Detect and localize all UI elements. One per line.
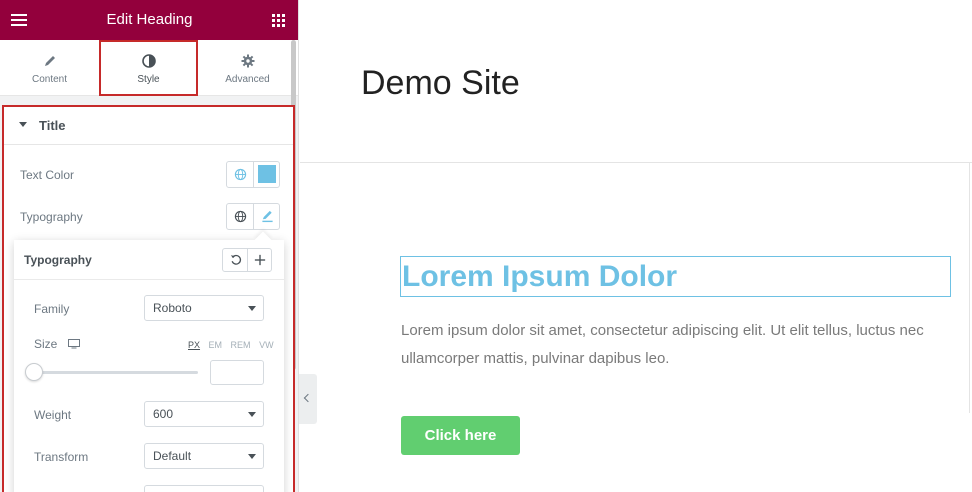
global-colors-button[interactable] [227,162,254,187]
popover-header: Typography [14,240,284,280]
desktop-icon[interactable] [68,339,80,349]
typography-popover: Typography Family Roboto Size PX EM REM … [14,231,284,492]
tab-style-highlight [99,40,198,96]
unit-rem[interactable]: REM [231,340,251,350]
family-select[interactable]: Roboto [144,295,264,321]
color-swatch [258,165,276,183]
paragraph-text[interactable]: Lorem ipsum dolor sit amet, consectetur … [401,317,946,373]
panel-title: Edit Heading [106,11,193,28]
tab-advanced-label: Advanced [225,74,270,85]
color-picker-button[interactable] [253,162,280,187]
content-divider [969,163,970,413]
transform-value: Default [153,449,192,463]
editor-panel: Edit Heading Content Style Advanced Titl… [0,0,299,492]
chevron-down-icon [248,454,256,459]
globe-icon [234,210,247,223]
popover-actions [222,248,272,272]
chevron-down-icon [248,306,256,311]
half-circle-icon [141,54,156,68]
add-button[interactable] [247,249,272,271]
popover-title: Typography [24,253,92,267]
globe-icon [234,168,247,181]
tab-style-label: Style [137,74,160,85]
click-here-button[interactable]: Click here [401,416,520,455]
tab-advanced[interactable]: Advanced [198,40,297,96]
text-color-control [226,161,280,188]
chevron-down-icon [248,412,256,417]
size-input[interactable] [210,360,264,385]
site-title[interactable]: Demo Site [361,64,520,103]
plus-icon [254,254,266,266]
tab-content-label: Content [31,74,68,85]
chevron-left-icon [303,393,313,403]
tab-content[interactable]: Content [0,40,99,96]
family-label: Family [34,302,70,316]
weight-value: 600 [153,407,174,421]
panel-tabs: Content Style Advanced [0,40,298,96]
text-color-label: Text Color [20,168,75,182]
size-label: Size [34,337,58,351]
site-header: Demo Site [300,0,972,163]
weight-label: Weight [34,408,72,422]
reset-icon [230,254,241,265]
heading-text: Lorem Ipsum Dolor [402,260,678,293]
collapse-panel-button[interactable] [299,374,317,424]
unit-vw[interactable]: VW [259,340,274,350]
pencil-icon [262,210,273,223]
caret-down-icon [19,122,27,127]
typography-control [226,203,280,230]
tab-style[interactable]: Style [99,40,198,96]
pencil-icon [44,56,55,66]
section-header-title[interactable]: Title [4,107,293,145]
family-value: Roboto [153,301,192,315]
edit-typography-button[interactable] [253,204,280,229]
unit-em[interactable]: EM [209,340,223,350]
section-title: Title [39,118,66,133]
transform-select[interactable]: Default [144,443,264,469]
transform-label: Transform [34,450,89,464]
weight-select[interactable]: 600 [144,401,264,427]
size-slider-track[interactable] [34,371,198,374]
heading-widget[interactable]: Lorem Ipsum Dolor [400,256,951,297]
size-units: PX EM REM VW [182,340,274,350]
global-fonts-button[interactable] [227,204,254,229]
next-select[interactable] [144,485,264,492]
panel-header: Edit Heading [0,0,298,40]
gear-icon [241,54,254,68]
typography-label: Typography [20,210,83,224]
unit-px[interactable]: PX [188,340,200,350]
size-slider-handle[interactable] [25,363,43,381]
widgets-grid-icon[interactable] [272,14,285,27]
reset-button[interactable] [223,249,248,271]
